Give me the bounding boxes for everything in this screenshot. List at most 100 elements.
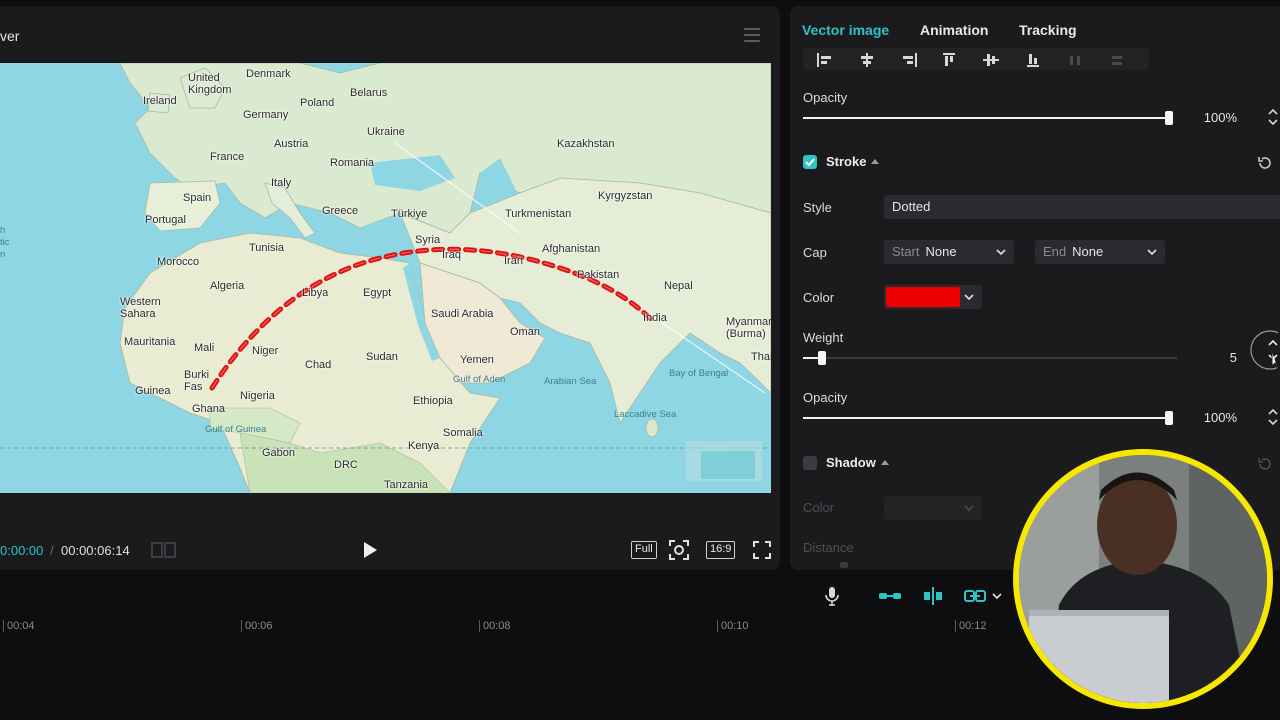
map-label: Sudan xyxy=(366,351,398,363)
link-clips-icon[interactable] xyxy=(878,586,902,606)
stroke-checkbox[interactable] xyxy=(803,155,817,169)
distribute-h-icon xyxy=(1070,56,1080,65)
map-label: Kenya xyxy=(408,440,440,452)
align-left-icon[interactable] xyxy=(817,53,833,67)
map-label: Kyrgyzstan xyxy=(598,190,653,202)
map-label: Poland xyxy=(300,97,335,109)
total-time: 00:00:06:14 xyxy=(61,543,130,558)
frames-icon[interactable] xyxy=(151,541,177,559)
opacity-stepper-icon[interactable] xyxy=(1267,407,1279,427)
distance-label: Distance xyxy=(803,540,854,555)
reset-icon xyxy=(1258,458,1271,470)
stroke-opacity-value[interactable]: 100% xyxy=(1195,410,1237,425)
map-label: Gulf of Aden xyxy=(453,374,506,385)
focus-icon[interactable] xyxy=(668,539,690,561)
map-label: Niger xyxy=(252,345,279,357)
align-center-v-icon[interactable] xyxy=(983,53,999,67)
tab-tracking[interactable]: Tracking xyxy=(1019,22,1077,38)
slider-thumb[interactable] xyxy=(817,351,826,365)
map-label: Spain xyxy=(183,192,212,204)
map-label: Türkiye xyxy=(391,208,428,220)
cap-end-select[interactable]: End None xyxy=(1035,240,1165,264)
opacity-label: Opacity xyxy=(803,390,848,405)
opacity-stepper-icon[interactable] xyxy=(1267,107,1279,127)
player-title: ver xyxy=(0,28,20,44)
map-label: United Kingdom xyxy=(188,72,232,96)
slider-thumb[interactable] xyxy=(1165,411,1173,425)
map-label: Saudi Arabia xyxy=(431,308,494,320)
check-icon xyxy=(805,158,815,167)
ruler-tick-label: 00:06 xyxy=(245,620,273,632)
player-menu-icon[interactable] xyxy=(744,28,760,42)
map-label: Bay of Bengal xyxy=(669,368,729,379)
map-label: Arabian Sea xyxy=(544,376,597,387)
ruler-tick-label: 00:08 xyxy=(483,620,511,632)
map-label: Afghanistan xyxy=(542,243,601,255)
tab-animation[interactable]: Animation xyxy=(920,22,988,38)
map-label: Mali xyxy=(194,342,215,354)
color-swatch[interactable] xyxy=(886,287,960,307)
map-label: Egypt xyxy=(363,287,392,299)
map-label: Burki Fas xyxy=(184,369,210,393)
tab-vector-image[interactable]: Vector image xyxy=(802,22,889,38)
weight-value[interactable]: 5 xyxy=(1195,350,1237,365)
align-center-h-icon[interactable] xyxy=(859,53,875,67)
chevron-down-icon xyxy=(996,249,1006,256)
cap-start-select[interactable]: Start None xyxy=(884,240,1014,264)
slider-thumb[interactable] xyxy=(1165,111,1173,125)
magnet-snap-icon[interactable] xyxy=(921,586,945,606)
shadow-label: Shadow xyxy=(826,455,876,470)
weight-stepper-icon[interactable] xyxy=(1248,328,1278,372)
map-label: Morocco xyxy=(157,256,200,268)
time-separator: / xyxy=(50,543,54,558)
linkage-icon[interactable] xyxy=(963,586,987,606)
player-panel: ver Denmark United Kingdom Ireland Belar… xyxy=(0,6,780,570)
opacity-slider[interactable] xyxy=(803,111,1173,125)
weight-slider[interactable] xyxy=(803,351,1177,365)
aspect-ratio-button[interactable]: 16:9 xyxy=(706,541,736,559)
style-select[interactable]: Dotted xyxy=(884,195,1280,219)
stroke-color-picker[interactable] xyxy=(884,285,982,309)
map-label: Mauritania xyxy=(124,336,176,348)
microphone-icon[interactable] xyxy=(824,586,840,606)
webcam-overlay xyxy=(1013,449,1273,709)
map-label: h tic n xyxy=(0,225,10,260)
map-label: Denmark xyxy=(246,68,291,80)
map-label: Guinea xyxy=(135,385,171,397)
map-label: Syria xyxy=(415,234,441,246)
align-bottom-icon[interactable] xyxy=(1025,53,1041,67)
align-right-icon[interactable] xyxy=(901,53,917,67)
style-value: Dotted xyxy=(892,199,931,214)
map-preview[interactable]: Denmark United Kingdom Ireland Belarus P… xyxy=(0,63,771,493)
reset-icon[interactable] xyxy=(1257,155,1273,171)
ruler-tick-label: 00:12 xyxy=(959,620,987,632)
quality-full-button[interactable]: Full xyxy=(631,541,657,559)
opacity-value[interactable]: 100% xyxy=(1195,110,1237,125)
align-toolbar xyxy=(803,48,1149,70)
map-label: Ukraine xyxy=(367,126,405,138)
stroke-section-title[interactable]: Stroke xyxy=(826,154,880,169)
cap-label: Cap xyxy=(803,245,827,260)
map-label: Western Sahara xyxy=(120,296,161,320)
shadow-section-title[interactable]: Shadow xyxy=(826,455,889,470)
map-label: Portugal xyxy=(145,214,186,226)
cap-start-value: None xyxy=(925,244,957,259)
opacity-label: Opacity xyxy=(803,90,848,105)
map-label: Yemen xyxy=(460,354,494,366)
map-label: Turkmenistan xyxy=(505,208,572,220)
stroke-opacity-slider[interactable] xyxy=(803,411,1173,425)
chevron-down-icon[interactable] xyxy=(992,592,1002,600)
color-label: Color xyxy=(803,290,835,305)
map-label: Kazakhstan xyxy=(557,138,615,150)
fullscreen-icon[interactable] xyxy=(753,541,771,559)
ruler-tick-label: 00:04 xyxy=(7,620,35,632)
shadow-checkbox[interactable] xyxy=(803,456,817,470)
align-top-icon[interactable] xyxy=(941,53,957,67)
map-label: Italy xyxy=(271,177,292,189)
chevron-down-icon xyxy=(1147,249,1157,256)
stroke-label: Stroke xyxy=(826,154,867,169)
play-button[interactable] xyxy=(362,541,378,559)
shadow-color-picker xyxy=(884,496,982,520)
map-label: France xyxy=(210,151,245,163)
style-label: Style xyxy=(803,200,832,215)
